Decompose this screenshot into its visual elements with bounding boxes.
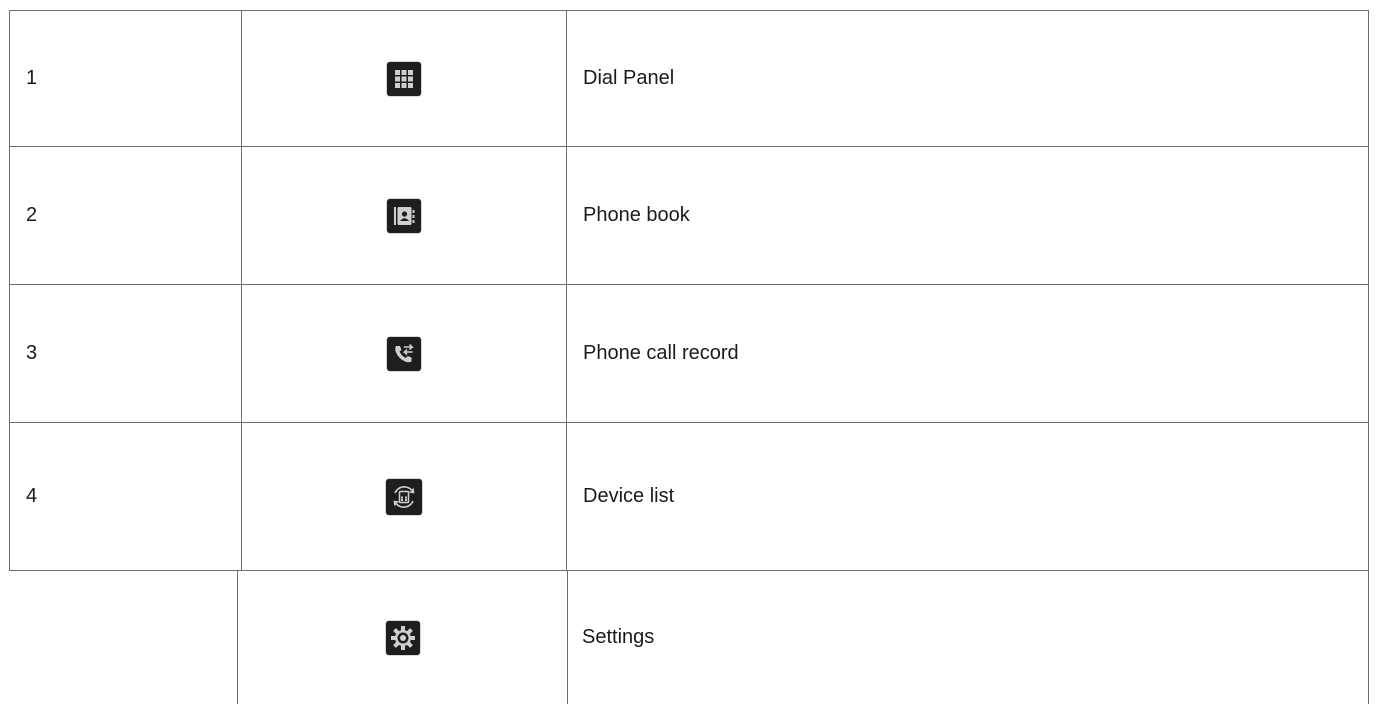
row-border-right	[1368, 571, 1369, 704]
row-number: 1	[26, 67, 38, 89]
row-number	[9, 571, 240, 704]
table-row: 2 Phone book	[9, 146, 1369, 284]
device-list-icon[interactable]	[386, 478, 422, 515]
call-record-icon[interactable]	[387, 336, 421, 371]
row-number: 3	[26, 342, 38, 364]
row-icon-cell	[241, 285, 567, 422]
row-icon-cell	[241, 423, 567, 570]
settings-icon[interactable]	[385, 620, 420, 655]
row-number: 4	[26, 485, 38, 507]
feature-table: 1 Dial Panel 2 Phone book 3 Phone call r…	[9, 10, 1369, 704]
row-label: Phone call record	[583, 342, 739, 364]
table-row: Settings	[9, 570, 1369, 704]
row-label: Device list	[583, 485, 675, 507]
row-icon-cell	[237, 571, 568, 704]
row-label: Dial Panel	[583, 67, 675, 89]
row-label: Settings	[582, 626, 655, 648]
row-icon-cell	[241, 147, 567, 284]
row-icon-cell	[241, 11, 567, 146]
table-row: 4 Device list	[9, 422, 1369, 570]
phone-book-icon[interactable]	[387, 198, 421, 233]
dial-panel-icon[interactable]	[387, 61, 421, 96]
row-label: Phone book	[583, 204, 690, 226]
table-row: 3 Phone call record	[9, 284, 1369, 422]
table-row: 1 Dial Panel	[9, 10, 1369, 146]
row-number: 2	[26, 204, 38, 226]
